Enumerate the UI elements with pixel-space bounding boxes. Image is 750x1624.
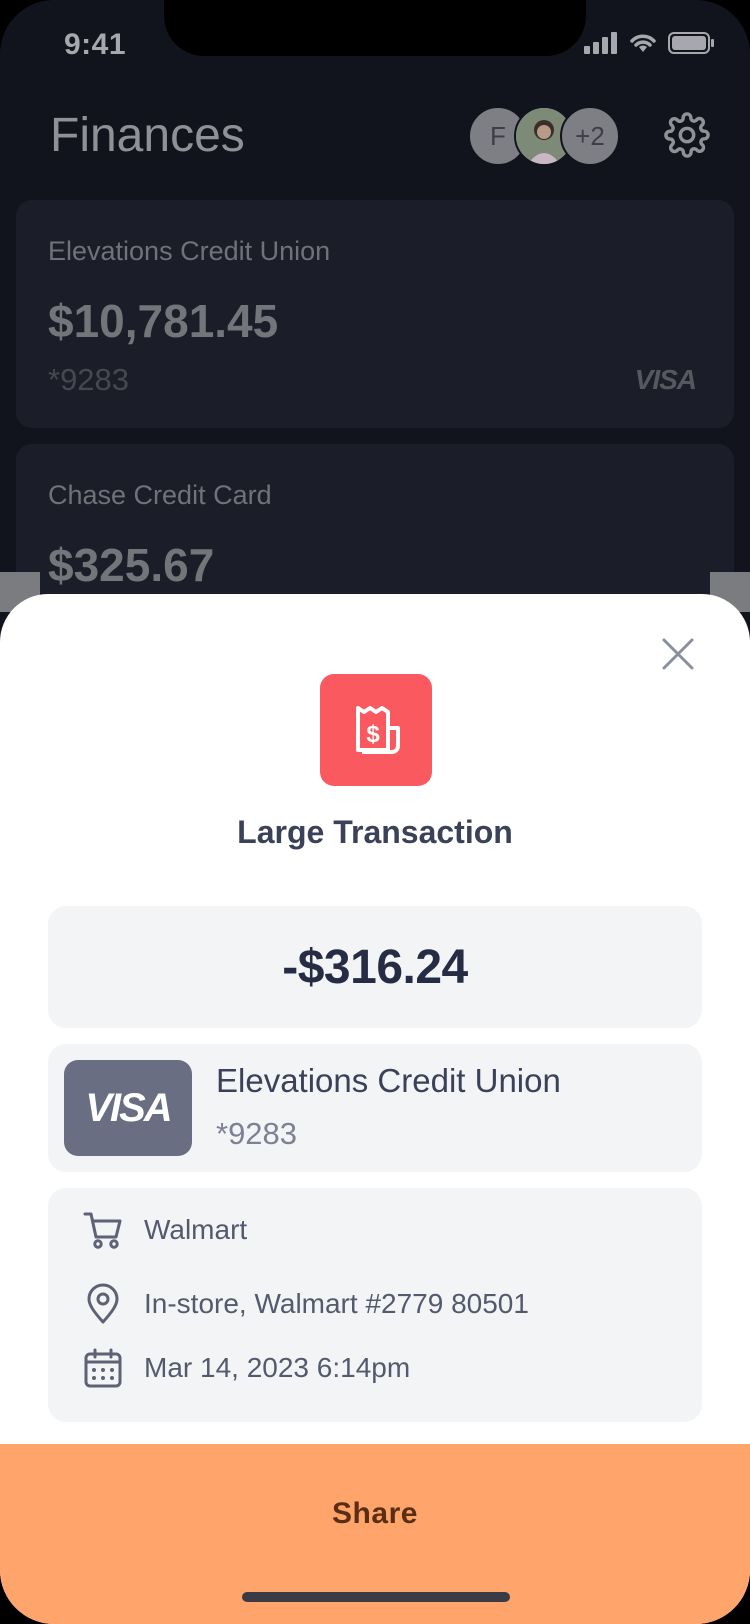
visa-logo: VISA [634,364,697,395]
receipt-dollar-icon: $ [356,706,400,754]
shared-users-avatars[interactable]: F +2 [468,106,624,166]
sheet-title: Large Transaction [237,814,513,850]
phone-screen: 9:41 Finances F +2 Elevations Credit Uni… [0,0,750,1624]
transaction-amount: -$316.24 [282,940,468,994]
close-button[interactable] [656,632,700,676]
location-pin-icon [82,1283,124,1325]
date-row: Mar 14, 2023 6:14pm [82,1346,410,1390]
transaction-sheet: $ Large Transaction -$316.24 VISA Elevat… [0,594,750,1624]
account-balance: $325.67 [48,539,215,591]
account-name: Elevations Credit Union [48,236,331,266]
close-icon [662,638,694,670]
shopping-cart-icon [82,1209,124,1251]
transaction-details: Walmart In-store, Walmart #2779 80501 Ma… [48,1188,702,1422]
merchant-row: Walmart [82,1208,247,1252]
payment-card-box: VISA Elevations Credit Union *9283 [48,1044,702,1172]
transaction-amount-box: -$316.24 [48,906,702,1028]
location-row: In-store, Walmart #2779 80501 [82,1282,529,1326]
large-transaction-badge: $ [320,674,432,786]
status-time: 9:41 [64,28,127,61]
account-balance: $10,781.45 [48,295,279,347]
status-bar: 9:41 [0,0,750,90]
svg-text:$: $ [366,721,380,748]
wifi-icon [630,34,656,52]
home-indicator [242,1592,510,1602]
avatar-initial-label: F [490,120,506,151]
share-button[interactable]: Share [0,1444,750,1584]
avatar-more-count: +2 [560,106,620,166]
battery-icon [668,32,714,54]
avatar-more-label: +2 [575,120,605,151]
account-number-mask: *9283 [48,362,130,397]
visa-card-logo: VISA [64,1060,192,1156]
notch [164,0,586,56]
card-number-mask: *9283 [216,1116,298,1151]
settings-button[interactable] [664,112,710,158]
gear-icon [664,112,710,158]
transaction-location: In-store, Walmart #2779 80501 [144,1288,529,1319]
account-name: Chase Credit Card [48,480,272,510]
page-title: Finances [50,109,245,162]
status-icons [584,32,714,54]
card-account-name: Elevations Credit Union [216,1062,561,1099]
calendar-icon [82,1347,124,1389]
merchant-name: Walmart [144,1214,248,1245]
account-card[interactable]: Elevations Credit Union $10,781.45 *9283… [16,200,734,428]
transaction-datetime: Mar 14, 2023 6:14pm [144,1352,411,1383]
signal-icon [584,32,617,54]
share-bar: Share [0,1444,750,1624]
